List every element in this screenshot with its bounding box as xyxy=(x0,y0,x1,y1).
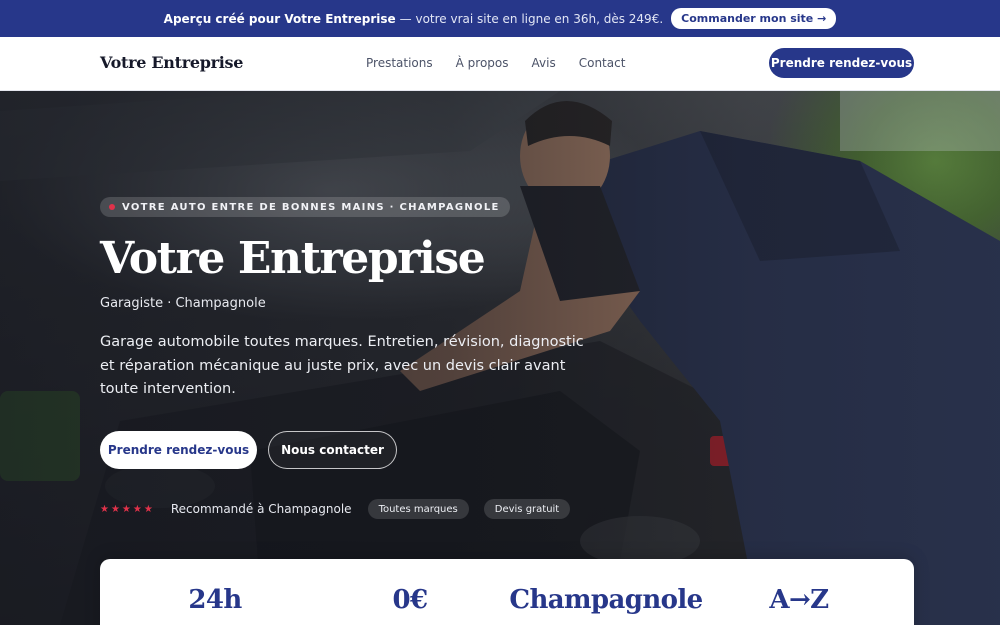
nav-link-prestations[interactable]: Prestations xyxy=(366,56,433,70)
stats-card: 24h 0€ Champagnole A→Z xyxy=(100,559,914,625)
nav-link-a-propos[interactable]: À propos xyxy=(456,56,509,70)
rating-stars-icon: ★★★★★ xyxy=(100,503,155,515)
nav-links: Prestations À propos Avis Contact xyxy=(366,56,625,70)
hero-eyebrow-badge: VOTRE AUTO ENTRE DE BONNES MAINS · CHAMP… xyxy=(100,197,510,217)
nav-link-contact[interactable]: Contact xyxy=(579,56,626,70)
hero-subtitle: Garagiste · Champagnole xyxy=(100,296,266,311)
nav-appointment-button[interactable]: Prendre rendez-vous xyxy=(769,48,914,78)
badge-free-quote: Devis gratuit xyxy=(483,499,571,519)
stat-location: Champagnole xyxy=(509,585,703,615)
nav-link-avis[interactable]: Avis xyxy=(532,56,556,70)
top-navigation: Votre Entreprise Prestations À propos Av… xyxy=(0,37,1000,91)
trust-text: Recommandé à Champagnole xyxy=(170,502,352,516)
promo-strong-text: Aperçu créé pour Votre Entreprise xyxy=(163,11,396,26)
stat-coverage: A→Z xyxy=(769,585,829,615)
stat-price: 0€ xyxy=(392,585,429,615)
brand-logo[interactable]: Votre Entreprise xyxy=(100,53,243,72)
trust-row: ★★★★★ Recommandé à Champagnole Toutes ma… xyxy=(100,499,571,519)
hero-description: Garage automobile toutes marques. Entret… xyxy=(100,334,584,397)
hero-title: Votre Entreprise xyxy=(100,233,486,284)
badge-all-brands: Toutes marques xyxy=(367,499,469,519)
promo-text: — votre vrai site en ligne en 36h, dès 2… xyxy=(399,11,664,26)
red-dot-icon xyxy=(109,204,115,210)
hero-section: VOTRE AUTO ENTRE DE BONNES MAINS · CHAMP… xyxy=(0,91,1000,625)
book-appointment-button[interactable]: Prendre rendez-vous xyxy=(100,431,257,469)
order-site-button[interactable]: Commander mon site → xyxy=(671,8,837,29)
contact-us-button[interactable]: Nous contacter xyxy=(268,431,397,469)
hero-eyebrow-text: VOTRE AUTO ENTRE DE BONNES MAINS · CHAMP… xyxy=(122,201,500,213)
promo-banner: Aperçu créé pour Votre Entreprise — votr… xyxy=(0,0,1000,37)
stat-turnaround: 24h xyxy=(188,585,242,615)
